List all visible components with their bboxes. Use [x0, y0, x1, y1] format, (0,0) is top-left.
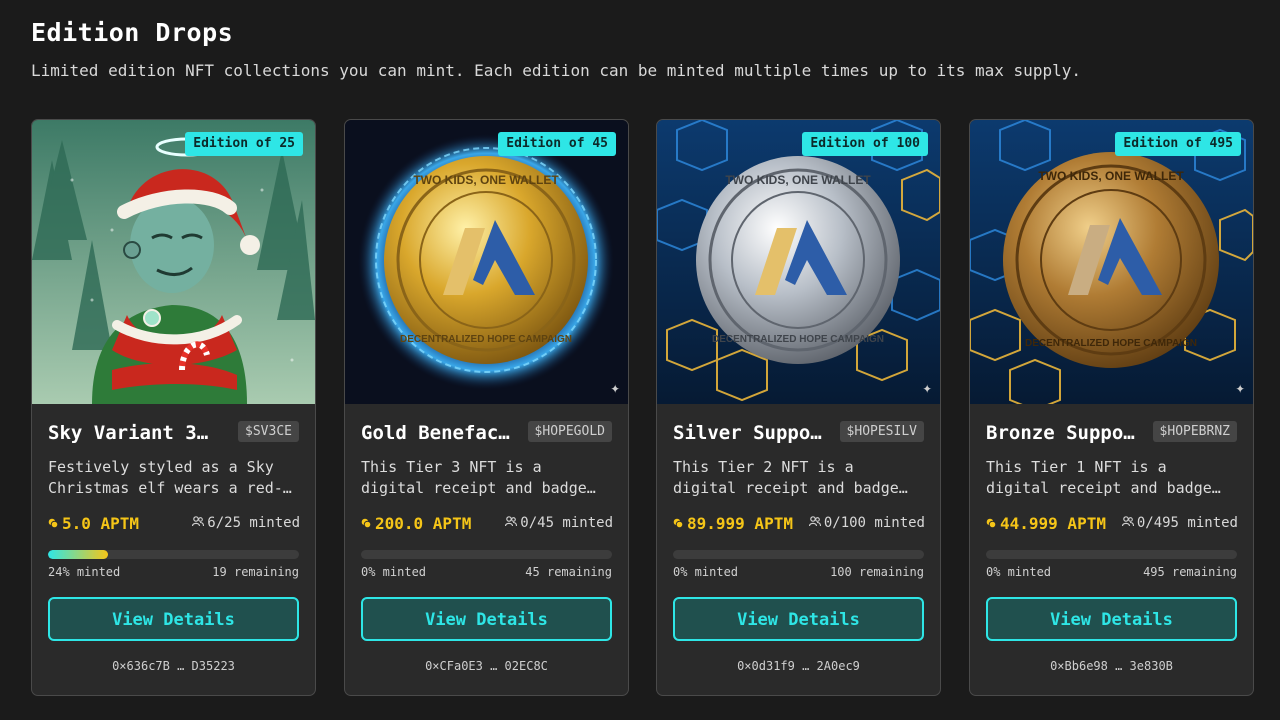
users-icon: [505, 516, 518, 527]
nft-image-bronze-coin: TWO KIDS, ONE WALLET DECENTRALIZED HOPE …: [970, 120, 1253, 404]
view-details-button[interactable]: View Details: [48, 597, 299, 641]
mint-progress-fill: [48, 550, 109, 559]
remaining-count: 19 remaining: [212, 565, 299, 579]
nft-name: Silver Suppo…: [673, 422, 822, 444]
edition-card[interactable]: TWO KIDS, ONE WALLET DECENTRALIZED HOPE …: [344, 119, 629, 696]
edition-badge: Edition of 45: [498, 132, 616, 156]
edition-badge: Edition of 100: [802, 132, 928, 156]
minted-count: 0/495 minted: [1121, 515, 1238, 531]
remaining-count: 45 remaining: [525, 565, 612, 579]
minted-label: 6/25 minted: [207, 515, 300, 531]
price: 5.0 APTM: [48, 514, 139, 533]
coin-text-bottom: DECENTRALIZED HOPE CAMPAIGN: [712, 334, 884, 345]
contract-address: 0×Bb6e98 … 3e830B: [1050, 659, 1173, 673]
coin-text-top: TWO KIDS, ONE WALLET: [413, 173, 559, 187]
coin-text-bottom: DECENTRALIZED HOPE CAMPAIGN: [1025, 338, 1197, 349]
coins-icon: [673, 518, 683, 528]
price-value: 89.999 APTM: [687, 514, 793, 533]
page-title: Edition Drops: [31, 18, 234, 47]
nft-description: Festively styled as a Sky Christmas elf …: [48, 458, 292, 497]
mint-progress-bar: [361, 550, 612, 559]
coin-text-top: TWO KIDS, ONE WALLET: [1038, 169, 1184, 183]
price-value: 5.0 APTM: [62, 514, 140, 533]
sparkle-icon: ✦: [922, 378, 932, 397]
view-details-button[interactable]: View Details: [986, 597, 1237, 641]
minted-label: 0/45 minted: [520, 515, 613, 531]
sparkle-icon: ✦: [1235, 378, 1245, 397]
remaining-count: 495 remaining: [1143, 565, 1237, 579]
progress-percent: 0% minted: [361, 565, 427, 579]
price: 200.0 APTM: [361, 514, 471, 533]
mint-progress-bar: [673, 550, 924, 559]
nft-description: This Tier 2 NFT is a digital receipt and…: [673, 458, 899, 497]
view-details-button[interactable]: View Details: [673, 597, 924, 641]
symbol-badge: $HOPEGOLD: [527, 421, 612, 442]
remaining-count: 100 remaining: [830, 565, 924, 579]
price-value: 200.0 APTM: [375, 514, 472, 533]
nft-description: This Tier 1 NFT is a digital receipt and…: [986, 458, 1212, 497]
minted-count: 6/25 minted: [192, 515, 300, 531]
nft-image-elf: [32, 120, 315, 404]
users-icon: [192, 516, 205, 527]
users-icon: [808, 516, 821, 527]
price: 44.999 APTM: [986, 514, 1106, 533]
progress-percent: 24% minted: [48, 565, 121, 579]
nft-name: Bronze Suppo…: [986, 422, 1135, 444]
edition-card[interactable]: TWO KIDS, ONE WALLET DECENTRALIZED HOPE …: [656, 119, 941, 696]
coin-text-bottom: DECENTRALIZED HOPE CAMPAIGN: [400, 334, 572, 345]
minted-label: 0/495 minted: [1136, 515, 1238, 531]
price-value: 44.999 APTM: [1000, 514, 1106, 533]
mint-progress-bar: [986, 550, 1237, 559]
price-row: 5.0 APTM 6/25 minted: [48, 514, 300, 536]
coins-icon: [48, 518, 58, 528]
price-row: 44.999 APTM 0/495 minted: [986, 514, 1238, 536]
symbol-badge: $HOPEBRNZ: [1152, 421, 1237, 442]
edition-card[interactable]: Edition of 25 Sky Variant 3 … $SV3CE Fes…: [31, 119, 316, 696]
progress-percent: 0% minted: [986, 565, 1052, 579]
minted-count: 0/45 minted: [505, 515, 613, 531]
coins-icon: [986, 518, 996, 528]
nft-image-gold-coin: TWO KIDS, ONE WALLET DECENTRALIZED HOPE …: [345, 120, 628, 404]
nft-description: This Tier 3 NFT is a digital receipt and…: [361, 458, 587, 497]
coins-icon: [361, 518, 371, 528]
contract-address: 0×0d31f9 … 2A0ec9: [737, 659, 860, 673]
edition-badge: Edition of 25: [185, 132, 303, 156]
edition-badge: Edition of 495: [1115, 132, 1241, 156]
symbol-badge: $SV3CE: [238, 421, 299, 442]
contract-address: 0×CFa0E3 … 02EC8C: [425, 659, 548, 673]
price: 89.999 APTM: [673, 514, 793, 533]
minted-label: 0/100 minted: [823, 515, 925, 531]
page-subtitle: Limited edition NFT collections you can …: [31, 61, 1081, 80]
nft-name: Sky Variant 3 …: [48, 422, 218, 444]
contract-address: 0×636c7B … D35223: [112, 659, 235, 673]
minted-count: 0/100 minted: [808, 515, 925, 531]
edition-card[interactable]: TWO KIDS, ONE WALLET DECENTRALIZED HOPE …: [969, 119, 1254, 696]
view-details-button[interactable]: View Details: [361, 597, 612, 641]
price-row: 89.999 APTM 0/100 minted: [673, 514, 925, 536]
users-icon: [1121, 516, 1134, 527]
nft-image-silver-coin: TWO KIDS, ONE WALLET DECENTRALIZED HOPE …: [657, 120, 940, 404]
mint-progress-bar: [48, 550, 299, 559]
progress-percent: 0% minted: [673, 565, 739, 579]
symbol-badge: $HOPESILV: [839, 421, 924, 442]
price-row: 200.0 APTM 0/45 minted: [361, 514, 613, 536]
sparkle-icon: ✦: [610, 378, 620, 397]
nft-name: Gold Benefac…: [361, 422, 510, 444]
coin-text-top: TWO KIDS, ONE WALLET: [725, 173, 871, 187]
